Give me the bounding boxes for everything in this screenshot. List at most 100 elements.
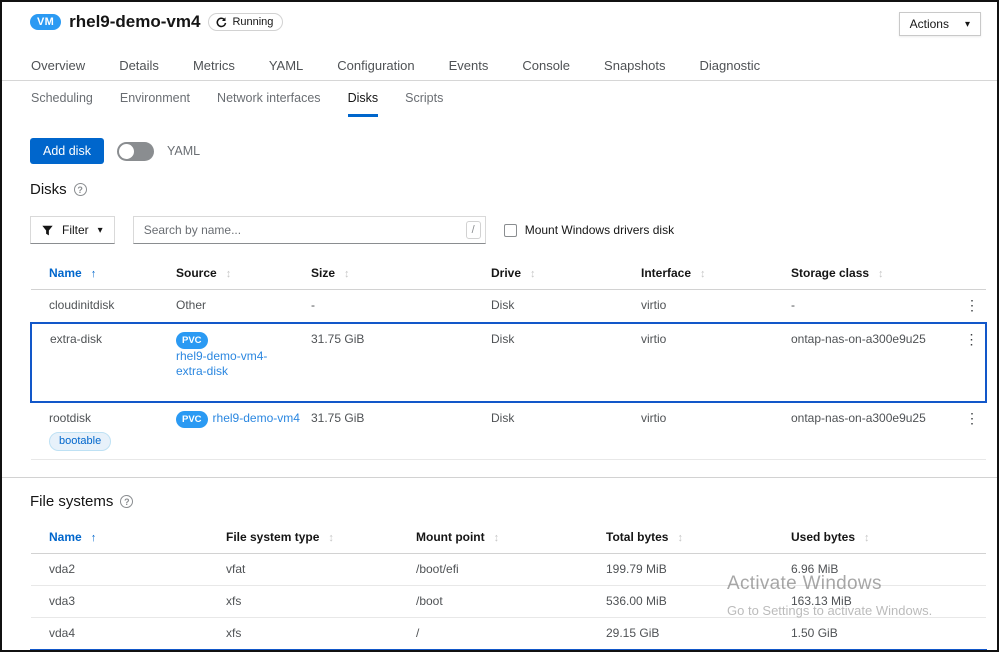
column-header-label: Drive (491, 266, 521, 280)
tab-yaml[interactable]: YAML (269, 58, 303, 73)
yaml-toggle-knob (119, 144, 134, 159)
cell-fs-type: xfs (226, 586, 416, 618)
cell-fs-mount-point: /boot/efi (416, 554, 606, 586)
column-header-label: Size (311, 266, 335, 280)
cell-disk-interface: virtio (641, 402, 791, 460)
tab-events[interactable]: Events (449, 58, 489, 73)
tab-console[interactable]: Console (522, 58, 570, 73)
column-header-label: Source (176, 266, 217, 280)
cell-fs-used-bytes: 163.13 MiB (791, 586, 986, 618)
column-header-mount-point[interactable]: Mount point ↕ (416, 523, 606, 554)
arrows-up-down-icon: ↕ (226, 268, 232, 280)
mount-windows-drivers-option: Mount Windows drivers disk (504, 223, 674, 237)
kebab-menu-button[interactable]: ⋮ (965, 411, 979, 425)
cell-disk-size: - (311, 290, 491, 324)
tab-configuration[interactable]: Configuration (337, 58, 414, 73)
tab-snapshots[interactable]: Snapshots (604, 58, 665, 73)
cell-disk-drive: Disk (491, 402, 641, 460)
kebab-menu-button[interactable]: ⋮ (965, 332, 979, 346)
cell-fs-mount-point: / (416, 618, 606, 651)
cell-disk-storage-class: ontap-nas-on-a300e9u25 (791, 323, 958, 402)
column-header-interface[interactable]: Interface ↕ (641, 259, 791, 290)
cell-fs-total-bytes: 199.79 MiB (606, 554, 791, 586)
main-tab-bar: Overview Details Metrics YAML Configuration E… (2, 50, 997, 81)
pvc-badge: PVC (176, 411, 208, 428)
column-header-used-bytes[interactable]: Used bytes↕ (791, 523, 986, 554)
filesystem-row-vda3: vda3xfs/boot536.00 MiB163.13 MiB (31, 586, 986, 618)
question-circle-icon[interactable]: ? (74, 183, 87, 196)
arrows-up-down-icon: ↕ (677, 532, 683, 544)
column-header-file-system-type[interactable]: File system type↕ (226, 523, 416, 554)
column-header-label: File system type (226, 530, 319, 544)
caret-down-icon: ▾ (98, 225, 103, 236)
pvc-badge: PVC (176, 332, 208, 349)
pvc-link[interactable]: rhel9-demo-vm4-extra-disk (176, 349, 276, 379)
arrows-up-down-icon: ↕ (864, 532, 870, 544)
yaml-toggle[interactable] (117, 142, 154, 161)
cell-disk-source: PVC rhel9-demo-vm4 (176, 402, 311, 460)
disks-toolbar: Filter ▾ / Mount Windows drivers disk (30, 216, 983, 244)
cell-disk-storage-class: - (791, 290, 958, 324)
column-header-drive[interactable]: Drive↕ (491, 259, 641, 290)
arrow-up-icon: ↑ (91, 532, 97, 544)
column-header-label: Mount point (416, 530, 485, 544)
cell-disk-source: PVCrhel9-demo-vm4-extra-disk (176, 323, 311, 402)
column-header-size[interactable]: Size↕ (311, 259, 491, 290)
caret-down-icon: ▾ (965, 19, 970, 30)
column-header-name[interactable]: Name↑ (31, 523, 226, 554)
tab-details[interactable]: Details (119, 58, 159, 73)
kebab-menu-button[interactable]: ⋮ (965, 298, 979, 312)
filesystems-table-header-row: Name↑File system type↕Mount point↕Total … (31, 523, 986, 554)
cell-fs-mount-point: /boot (416, 586, 606, 618)
add-disk-button[interactable]: Add disk (30, 138, 104, 164)
vm-page-header: VM rhel9-demo-vm4 Running Actions ▾ (2, 2, 997, 50)
cell-fs-used-bytes: 6.96 MiB (791, 554, 986, 586)
vm-status-badge[interactable]: Running (208, 13, 283, 31)
cell-disk-name: rootdiskbootable (31, 402, 176, 460)
subtab-scripts[interactable]: Scripts (405, 91, 443, 117)
subtab-network-interfaces[interactable]: Network interfaces (217, 91, 321, 117)
disk-name: cloudinitdisk (49, 298, 168, 313)
filesystem-row-vda4: vda4xfs/29.15 GiB1.50 GiB (31, 618, 986, 651)
cell-disk-interface: virtio (641, 323, 791, 402)
search-box: / (133, 216, 486, 244)
disks-section-heading: Disks ? (30, 181, 983, 198)
mount-windows-drivers-label: Mount Windows drivers disk (525, 223, 674, 237)
cell-disk-size: 31.75 GiB (311, 402, 491, 460)
subtab-scheduling[interactable]: Scheduling (31, 91, 93, 117)
column-header-source[interactable]: Source ↕ (176, 259, 311, 290)
vm-kind-badge: VM (30, 14, 61, 30)
search-input[interactable] (133, 216, 486, 244)
cell-fs-total-bytes: 536.00 MiB (606, 586, 791, 618)
filesystems-section-heading: File systems ? (30, 493, 983, 510)
tab-metrics[interactable]: Metrics (193, 58, 235, 73)
cell-fs-type: xfs (226, 618, 416, 651)
cell-fs-used-bytes: 1.50 GiB (791, 618, 986, 651)
arrows-up-down-icon: ↕ (700, 268, 706, 280)
question-circle-icon[interactable]: ? (120, 495, 133, 508)
column-header-storage-class[interactable]: Storage class↕ (791, 259, 958, 290)
cell-disk-drive: Disk (491, 290, 641, 324)
keyboard-shortcut-hint: / (466, 221, 481, 239)
filesystems-heading-label: File systems (30, 493, 113, 510)
column-header-label: Interface (641, 266, 691, 280)
mount-windows-drivers-checkbox[interactable] (504, 224, 517, 237)
subtab-disks[interactable]: Disks (348, 91, 379, 117)
disk-name: rootdisk (49, 411, 168, 426)
column-header-label: Storage class (791, 266, 869, 280)
cell-row-actions: ⋮ (958, 323, 986, 402)
pvc-link[interactable]: rhel9-demo-vm4 (213, 411, 300, 426)
actions-button-label: Actions (910, 17, 949, 31)
column-header-total-bytes[interactable]: Total bytes↕ (606, 523, 791, 554)
filter-dropdown[interactable]: Filter ▾ (30, 216, 115, 244)
tab-diagnostic[interactable]: Diagnostic (699, 58, 760, 73)
disks-heading-label: Disks (30, 181, 67, 198)
cell-fs-name: vda3 (31, 586, 226, 618)
column-header-name[interactable]: Name↑ (31, 259, 176, 290)
cell-row-actions: ⋮ (958, 402, 986, 460)
tab-overview[interactable]: Overview (31, 58, 85, 73)
subtab-environment[interactable]: Environment (120, 91, 190, 117)
vm-details-page: VM rhel9-demo-vm4 Running Actions ▾ Over… (0, 0, 999, 652)
actions-button[interactable]: Actions ▾ (899, 12, 981, 36)
arrows-up-down-icon: ↕ (494, 532, 500, 544)
